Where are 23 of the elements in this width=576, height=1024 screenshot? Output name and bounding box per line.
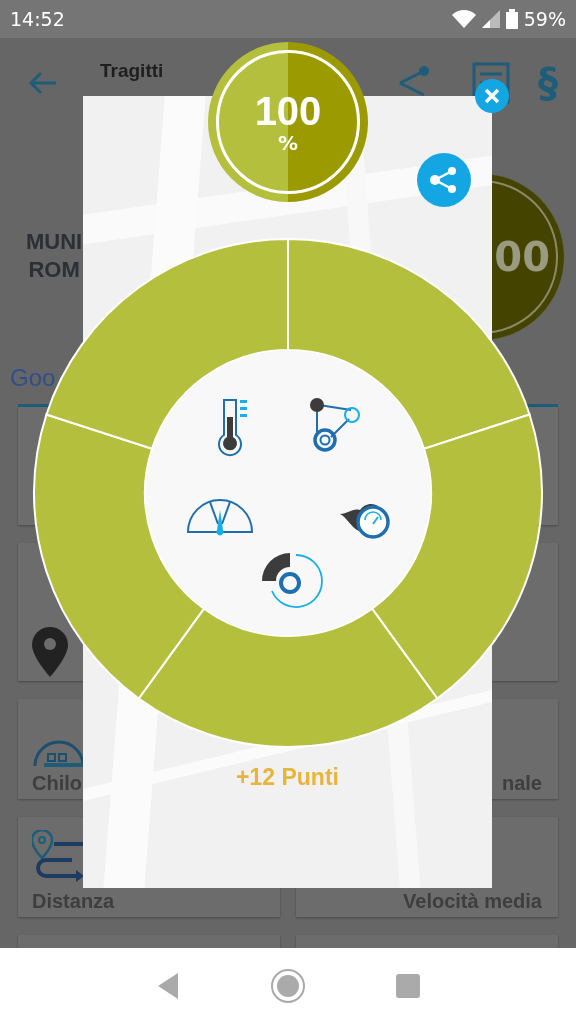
screen-title: Tragitti — [100, 60, 164, 82]
legal-button[interactable]: § — [538, 60, 558, 106]
clock: 14:52 — [10, 8, 65, 30]
flame-speedometer-icon — [340, 503, 390, 539]
map-logo: Goo — [10, 364, 56, 392]
points-earned: +12 Punti — [236, 764, 339, 791]
municipality-name: ROM — [28, 256, 80, 284]
share-icon — [429, 165, 459, 195]
dial-gauge-icon — [187, 499, 253, 536]
back-arrow-icon[interactable] — [28, 71, 58, 95]
map-pin-icon — [32, 627, 68, 677]
wifi-icon — [451, 10, 476, 28]
back-icon[interactable] — [156, 973, 180, 999]
recents-icon[interactable] — [396, 974, 420, 998]
close-icon — [484, 88, 500, 104]
thermometer-icon — [218, 399, 247, 457]
battery-icon — [505, 9, 518, 29]
signal-icon — [481, 10, 500, 28]
brake-disc-icon — [262, 553, 323, 608]
home-icon[interactable] — [270, 968, 306, 1004]
battery-percentage: 59% — [523, 8, 566, 30]
belt-drive-icon — [310, 398, 360, 452]
municipality-name: MUNI — [26, 228, 83, 256]
